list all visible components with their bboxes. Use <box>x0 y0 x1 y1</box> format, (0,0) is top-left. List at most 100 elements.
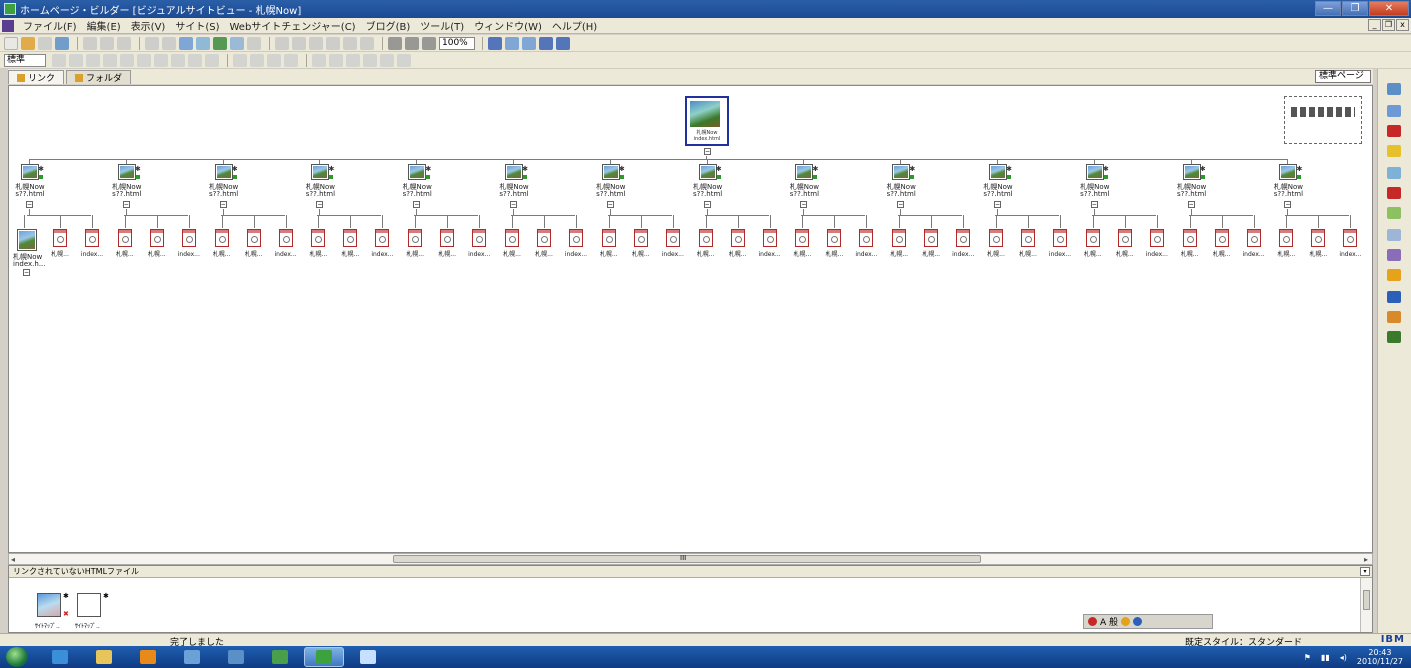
publish-icon[interactable] <box>55 36 69 50</box>
page-collapse-toggle[interactable]: − <box>510 201 517 208</box>
align-left-icon[interactable] <box>103 53 117 67</box>
table-row-icon[interactable] <box>312 53 326 67</box>
link-node[interactable] <box>53 229 67 247</box>
layout-parts-icon[interactable] <box>1387 167 1401 179</box>
link-node[interactable] <box>440 229 455 247</box>
align-right-icon[interactable] <box>137 53 151 67</box>
panel-scroll-thumb[interactable] <box>1363 590 1370 610</box>
tray-volume-icon[interactable]: ◂) <box>1340 653 1347 662</box>
menu-help[interactable]: ヘルプ(H) <box>547 18 602 33</box>
link-node[interactable] <box>989 229 1003 247</box>
preview-mode-icon[interactable] <box>539 36 553 50</box>
link-node[interactable] <box>472 229 487 247</box>
menu-tools[interactable]: ツール(T) <box>415 18 469 33</box>
link-node[interactable] <box>1246 229 1261 247</box>
page-node[interactable]: ✱ <box>698 164 722 180</box>
insert-symbol-icon[interactable] <box>267 53 281 67</box>
clear-format-icon[interactable] <box>250 53 264 67</box>
navigation-icon[interactable] <box>1387 207 1401 219</box>
page-collapse-toggle[interactable]: − <box>606 201 614 208</box>
paragraph-icon[interactable] <box>275 36 289 50</box>
page-collapse-toggle[interactable]: − <box>413 201 421 208</box>
link-node[interactable] <box>117 229 132 247</box>
scroll-left-icon[interactable]: ◂ <box>11 555 15 564</box>
link-node[interactable] <box>375 229 390 247</box>
page-collapse-toggle[interactable]: − <box>122 201 130 208</box>
insert-image-icon[interactable] <box>196 36 210 50</box>
list-icon[interactable] <box>292 36 306 50</box>
zoom-fit-icon[interactable] <box>422 36 436 50</box>
redo-icon[interactable] <box>162 36 176 50</box>
page-collapse-toggle[interactable]: − <box>26 201 33 208</box>
paste-icon[interactable] <box>117 36 131 50</box>
taskbar-explorer[interactable] <box>84 647 124 667</box>
link-icon[interactable] <box>213 36 227 50</box>
link-node[interactable] <box>1311 229 1326 247</box>
zoom-out-icon[interactable] <box>405 36 419 50</box>
color-icon[interactable] <box>1387 187 1401 199</box>
page-collapse-toggle[interactable]: − <box>1284 201 1292 208</box>
folder-icon[interactable] <box>1387 145 1401 157</box>
edit-mode-icon[interactable] <box>556 36 570 50</box>
site-map-icon[interactable] <box>1387 83 1401 95</box>
layout-icon[interactable] <box>309 36 323 50</box>
effects-icon[interactable] <box>1387 249 1401 261</box>
link-node[interactable] <box>601 229 616 247</box>
doc-close-button[interactable]: x <box>1396 19 1409 31</box>
table-icon[interactable] <box>230 36 244 50</box>
underline-icon[interactable] <box>86 53 100 67</box>
taskbar-homepage-builder[interactable] <box>304 647 344 667</box>
page-node[interactable]: ✱ <box>21 164 44 180</box>
horizontal-rule-icon[interactable] <box>284 53 298 67</box>
link-node[interactable] <box>827 229 842 247</box>
menu-blog[interactable]: ブログ(B) <box>361 18 416 33</box>
link-node[interactable] <box>149 229 164 247</box>
upload-icon[interactable] <box>1387 331 1401 343</box>
attribute-icon[interactable] <box>1387 311 1401 323</box>
merge-cells-icon[interactable] <box>346 53 360 67</box>
link-node[interactable] <box>1279 229 1294 247</box>
taskbar-app-6[interactable] <box>260 647 300 667</box>
tab-link[interactable]: リンク <box>8 70 65 84</box>
font-size-icon[interactable] <box>154 53 168 67</box>
scroll-thumb[interactable]: III <box>393 554 981 563</box>
link-node[interactable] <box>859 229 874 247</box>
tray-flag-icon[interactable]: ⚑ <box>1304 653 1311 662</box>
folder-view-icon[interactable] <box>522 36 536 50</box>
tab-folder[interactable]: フォルダ <box>66 70 132 84</box>
page-collapse-toggle[interactable]: − <box>703 201 711 208</box>
link-node[interactable] <box>214 229 229 247</box>
page-collapse-toggle[interactable]: − <box>219 201 227 208</box>
page-collapse-toggle[interactable]: − <box>800 201 808 208</box>
panel-vertical-scrollbar[interactable] <box>1360 578 1372 632</box>
page-node[interactable]: ✱ <box>311 164 334 180</box>
link-node[interactable] <box>665 229 680 247</box>
unlinked-file-1[interactable] <box>37 593 61 617</box>
font-color-icon[interactable] <box>171 53 185 67</box>
view-mode-select[interactable]: 標準ページ <box>1315 70 1371 83</box>
page-node[interactable]: ✱ <box>1182 164 1206 180</box>
style-icon[interactable] <box>1387 291 1401 303</box>
menu-edit[interactable]: 編集(E) <box>82 18 126 33</box>
page-node[interactable]: ✱ <box>892 164 915 180</box>
link-node[interactable] <box>1053 229 1067 247</box>
link-node[interactable] <box>1343 229 1358 247</box>
table-props-icon[interactable] <box>397 53 411 67</box>
root-page-node[interactable]: 札幌Now index.html <box>685 96 729 146</box>
maximize-button[interactable]: ❐ <box>1342 1 1368 16</box>
taskbar-app-5[interactable] <box>216 647 256 667</box>
close-button[interactable]: ✕ <box>1369 1 1409 16</box>
link-node[interactable] <box>246 229 261 247</box>
zoom-select[interactable]: 100% <box>439 36 475 50</box>
copy-icon[interactable] <box>100 36 114 50</box>
root-collapse-toggle[interactable]: − <box>704 148 711 155</box>
page-collapse-toggle[interactable]: − <box>897 201 905 208</box>
page-collapse-toggle[interactable]: − <box>316 201 324 208</box>
site-view-icon[interactable] <box>488 36 502 50</box>
italic-icon[interactable] <box>69 53 83 67</box>
link-node[interactable] <box>698 229 713 247</box>
unlinked-file-2[interactable] <box>77 593 101 617</box>
link-node[interactable] <box>408 229 423 247</box>
link-node[interactable] <box>1149 229 1164 247</box>
link-node[interactable] <box>762 229 777 247</box>
